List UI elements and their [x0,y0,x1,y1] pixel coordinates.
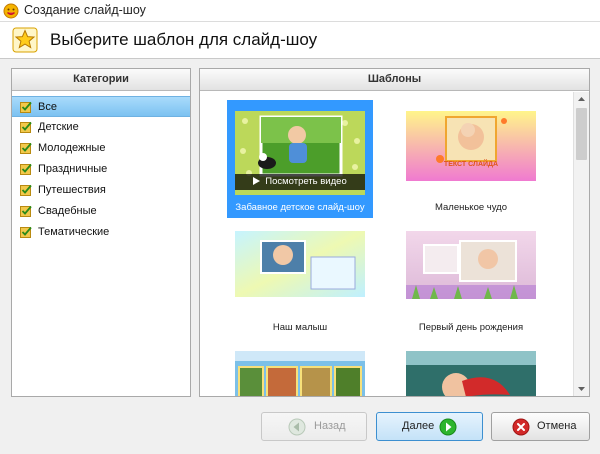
watch-video-button[interactable]: Посмотреть видео [235,174,365,190]
checked-note-icon [20,121,32,133]
scroll-up-icon[interactable] [574,92,589,106]
wizard-header: Выберите шаблон для слайд-шоу [0,22,600,59]
slide-text-caption: ТЕКСТ СЛАЙДА [443,161,499,168]
checked-note-icon [20,101,32,113]
play-icon [253,177,261,185]
template-tile[interactable]: Посмотреть видео Забавное детское слайд-… [227,100,373,218]
template-tile[interactable]: Первый день рождения [398,220,544,338]
category-item[interactable]: Путешествия [12,180,190,201]
template-tile[interactable] [398,340,544,396]
template-tile[interactable]: Наш малыш [227,220,373,338]
page-title: Выберите шаблон для слайд-шоу [50,30,318,49]
category-label: Все [38,101,57,113]
category-label: Путешествия [38,184,106,196]
category-label: Детские [38,121,79,133]
checked-note-icon [20,226,32,238]
checked-note-icon [20,142,32,154]
templates-grid: Посмотреть видео Забавное детское слайд-… [200,92,574,396]
scroll-down-icon[interactable] [574,382,589,396]
next-button[interactable]: Далее [376,412,483,441]
templates-panel: Шаблоны Посмотреть видео Забавное детско… [199,68,590,397]
smiley-icon [3,3,19,19]
arrow-left-icon [288,418,306,436]
template-label: Наш малыш [272,322,328,333]
categories-list: Все Детские Молодежные Праздничные Путешеств… [12,96,190,243]
template-tile[interactable] [227,340,373,396]
category-label: Свадебные [38,205,97,217]
template-thumbnail [235,231,365,297]
checked-note-icon [20,205,32,217]
category-item[interactable]: Детские [12,117,190,138]
back-button[interactable]: Назад [261,412,367,441]
cancel-button[interactable]: Отмена [491,412,590,441]
category-item[interactable]: Тематические [12,222,190,243]
template-label: Маленькое чудо [434,202,507,213]
window-title: Создание слайд-шоу [24,3,146,17]
category-label: Тематические [38,226,110,238]
category-label: Молодежные [38,142,106,154]
template-thumbnail [406,351,536,396]
templates-scrollbar[interactable] [573,92,589,396]
categories-panel: Категории Все Детские Молодежные Праздничны… [11,68,191,397]
template-thumbnail [406,111,536,181]
template-tile[interactable]: ТЕКСТ СЛАЙДА Маленькое чудо [398,100,544,218]
checked-note-icon [20,163,32,175]
arrow-right-icon [439,418,457,436]
title-bar: Создание слайд-шоу [0,0,600,22]
category-item[interactable]: Свадебные [12,201,190,222]
categories-heading: Категории [12,69,190,91]
template-thumbnail [235,351,365,396]
templates-heading: Шаблоны [200,69,589,91]
template-thumbnail [406,231,536,299]
category-item[interactable]: Молодежные [12,138,190,159]
category-item[interactable]: Все [12,96,190,117]
cancel-icon [512,418,530,436]
star-icon [12,27,38,53]
template-label: Забавное детское слайд-шоу [235,202,365,213]
checked-note-icon [20,184,32,196]
scrollbar-thumb[interactable] [576,108,587,160]
template-label: Первый день рождения [418,322,524,333]
category-label: Праздничные [38,163,108,175]
category-item[interactable]: Праздничные [12,159,190,180]
